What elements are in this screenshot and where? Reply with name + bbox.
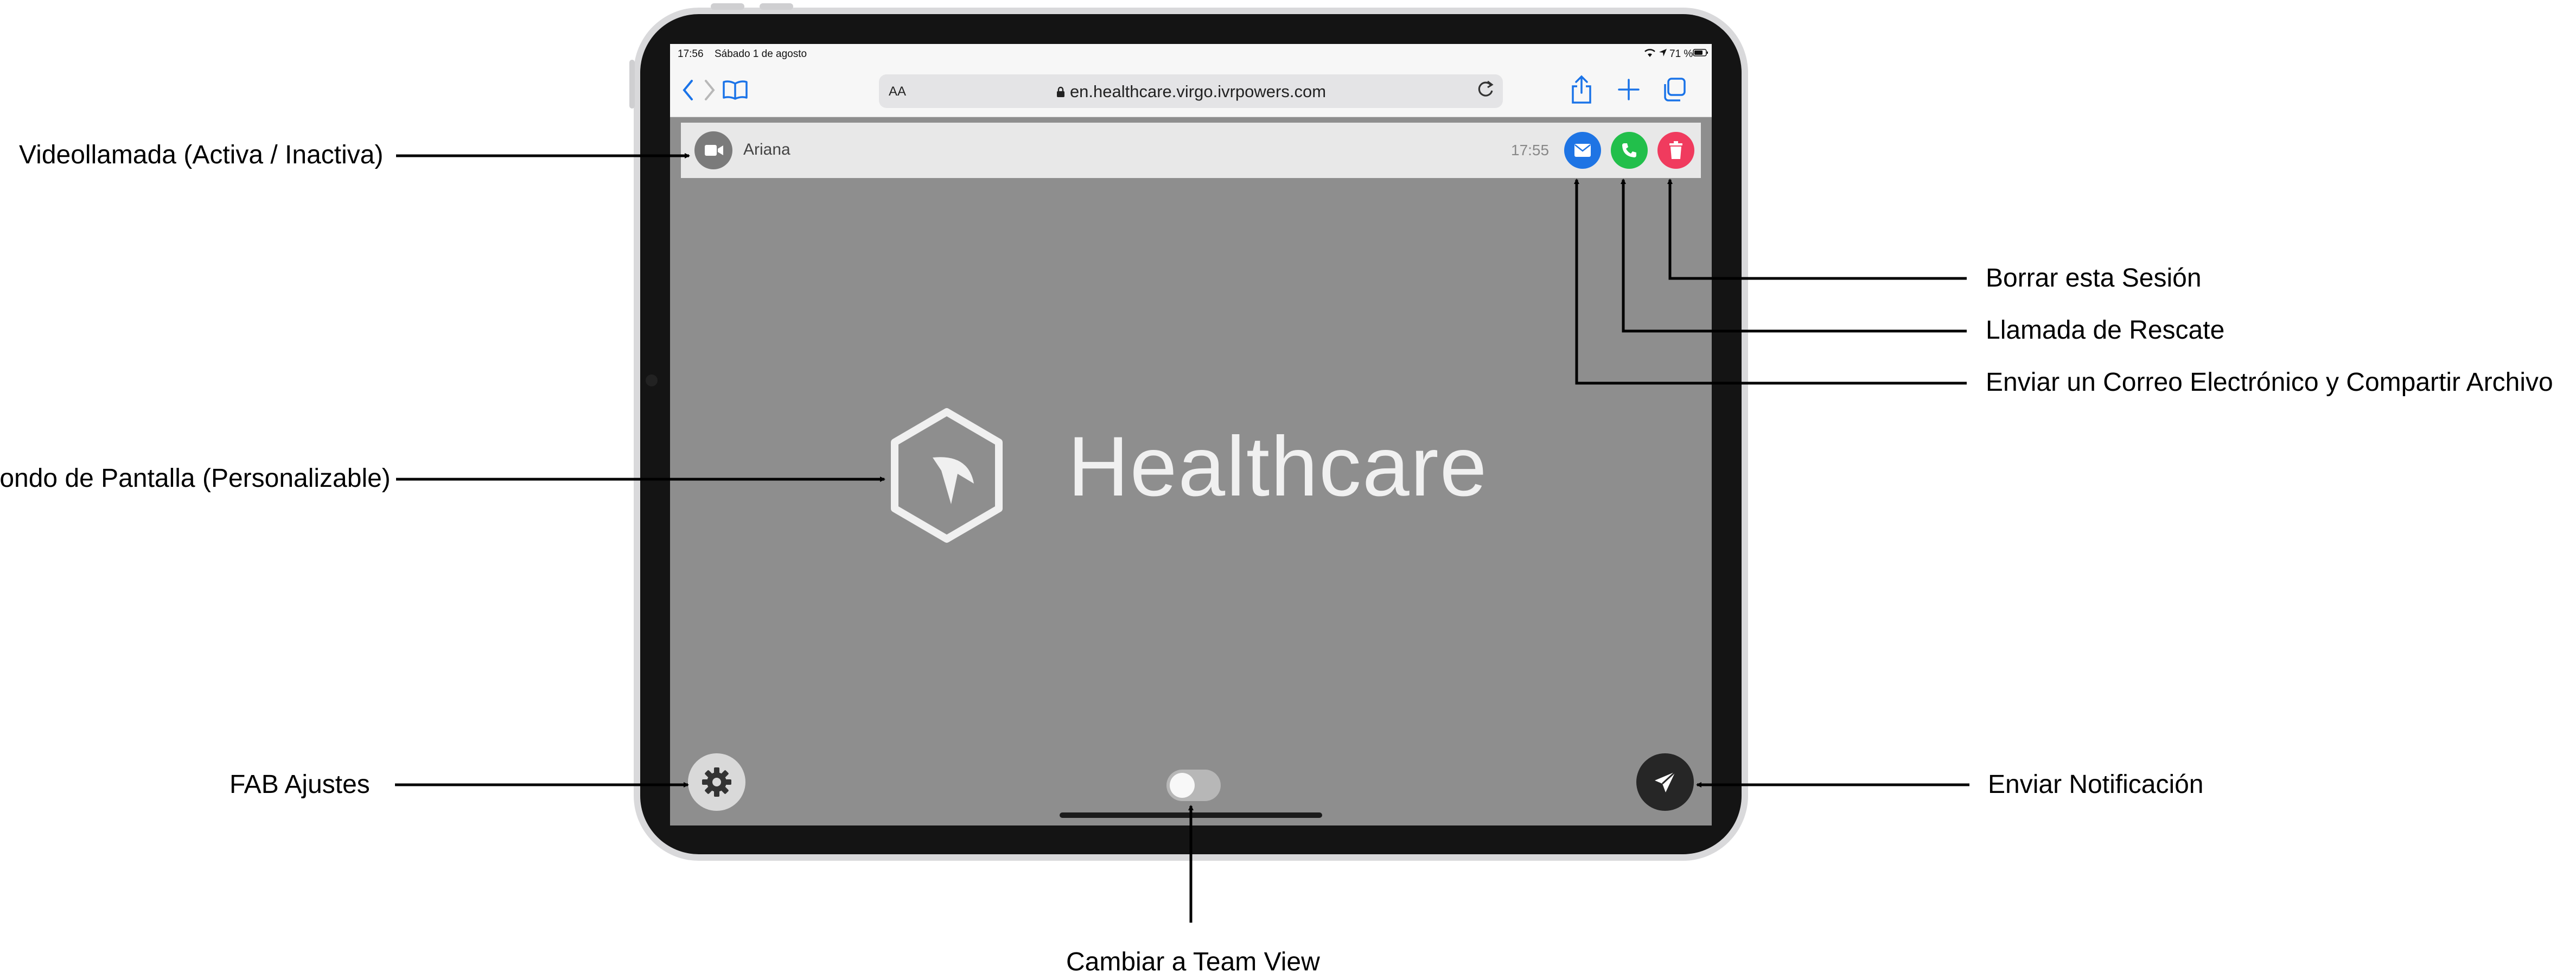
arrow-delete-session xyxy=(1667,179,1967,280)
arrow-email-share xyxy=(1574,179,1967,385)
arrow-rescue-call xyxy=(1621,179,1967,333)
annotation-email-share: Enviar un Correo Electrónico y Compartir… xyxy=(1986,368,2553,397)
annotation-team-view: Cambiar a Team View xyxy=(1066,948,1320,976)
annotation-rescue-call: Llamada de Rescate xyxy=(1986,316,2225,345)
annotation-send-notification: Enviar Notificación xyxy=(1988,770,2204,799)
annotation-video-call: Videollamada (Activa / Inactiva) xyxy=(19,141,384,169)
annotation-delete-session: Borrar esta Sesión xyxy=(1986,264,2202,293)
annotation-settings: FAB Ajustes xyxy=(229,770,370,799)
annotation-background: Fondo de Pantalla (Personalizable) xyxy=(0,464,391,493)
